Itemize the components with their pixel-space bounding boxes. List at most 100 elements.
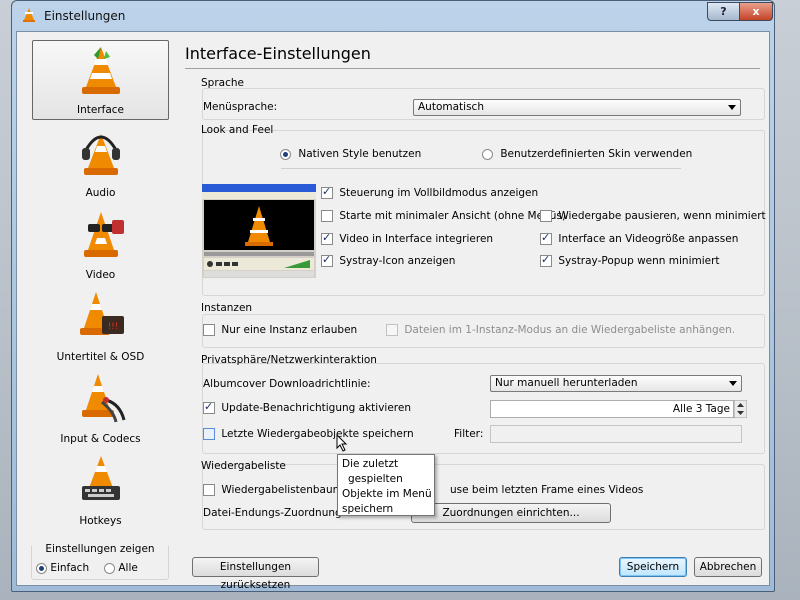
cancel-button[interactable]: Abbrechen [694,557,762,577]
sidebar-item-label: Interface [76,104,124,116]
save-button[interactable]: Speichern [619,557,687,577]
instances-group-title: Instanzen [201,302,253,314]
privacy-group-title: Privatsphäre/Netzwerkinteraktion [201,354,377,366]
checkbox-minimal-view[interactable]: Starte mit minimaler Ansicht (ohne Menüs… [321,210,566,222]
window-title: Einstellungen [44,9,126,23]
tooltip-line: Die zuletzt [342,458,399,470]
chevron-down-icon [728,105,736,110]
checkbox-pause-indicator[interactable] [540,210,552,222]
setup-associations-button[interactable]: Zuordnungen einrichten... [411,503,611,523]
checkbox-one-instance-label: Nur eine Instanz erlauben [221,324,358,336]
checkbox-pause-minimized[interactable]: Wiedergabe pausieren, wenn minimiert [540,210,766,222]
checkbox-enqueue-indicator[interactable] [386,324,398,336]
language-group-title: Sprache [201,77,244,89]
checkbox-enqueue-label: Dateien im 1-Instanz-Modus an die Wieder… [404,324,736,336]
menu-language-select[interactable]: Automatisch [413,99,741,116]
update-interval-value: Alle 3 Tage [672,403,730,415]
sidebar-item-video[interactable]: Video [32,204,169,284]
radio-native-label: Nativen Style benutzen [298,148,422,160]
checkbox-update-indicator[interactable] [203,400,215,414]
radio-custom-indicator[interactable] [482,148,493,160]
radio-simple-label: Einfach [50,562,90,574]
checkbox-fullscreen-indicator[interactable] [321,185,333,199]
vlc-cone-icon [81,47,120,94]
radio-native-indicator[interactable] [280,148,291,160]
reset-preferences-button[interactable]: Einstellungen zurücksetzen [192,557,319,591]
checkbox-embed-video[interactable]: Video in Interface integrieren [321,231,494,245]
keyboard-cone-icon [81,456,120,500]
checkbox-resize-label: Interface an Videogröße anpassen [558,233,739,245]
sidebar-item-input-codecs[interactable]: Input & Codecs [32,368,169,448]
close-button[interactable]: x [739,2,773,21]
album-policy-label: Albumcover Downloadrichtlinie: [203,378,371,390]
pause-last-frame-label: use beim letzten Frame eines Videos [450,484,644,496]
radio-all-label: Alle [118,562,138,574]
album-policy-select[interactable]: Nur manuell herunterladen [490,375,742,392]
subtitle-cone-icon: !!! [79,292,124,335]
checkbox-embed-label: Video in Interface integrieren [339,233,494,245]
checkbox-resize-interface[interactable]: Interface an Videogröße anpassen [540,231,739,245]
checkbox-resize-indicator[interactable] [540,231,552,245]
tooltip: Die zuletzt gespielten Objekte im Menü s… [337,454,435,516]
chevron-down-icon [729,381,737,386]
checkbox-one-instance-indicator[interactable] [203,324,215,336]
title-bar[interactable]: Einstellungen ? x [12,1,774,31]
category-sidebar: Interface Audio Video !!! Untertitel & O… [17,32,177,587]
checkbox-save-recent-label: Letzte Wiedergabeobjekte speichern [221,428,414,440]
show-settings-group: Einstellungen zeigen Einfach Alle [31,543,169,580]
sidebar-item-label: Hotkeys [79,515,122,527]
sidebar-item-label: Audio [85,187,116,199]
sidebar-item-hotkeys[interactable]: Hotkeys [32,450,169,530]
checkbox-systray-popup-label: Systray-Popup wenn minimiert [558,255,720,267]
checkbox-systray-icon-indicator[interactable] [321,253,333,267]
radio-all-indicator[interactable] [104,562,115,574]
look-divider [281,168,681,169]
checkbox-update-notify[interactable]: Update-Benachrichtigung aktivieren [203,400,411,414]
headphones-cone-icon [81,134,120,175]
checkbox-enqueue[interactable]: Dateien im 1-Instanz-Modus an die Wieder… [386,324,735,336]
radio-custom-skin[interactable]: Benutzerdefinierten Skin verwenden [482,148,692,160]
cables-cone-icon [81,374,125,423]
vlc-cone-icon [23,8,35,22]
checkbox-update-label: Update-Benachrichtigung aktivieren [221,402,411,414]
radio-custom-label: Benutzerdefinierten Skin verwenden [500,148,693,160]
checkbox-pause-label: Wiedergabe pausieren, wenn minimiert [558,210,766,222]
checkbox-minimal-indicator[interactable] [321,210,333,222]
show-settings-title: Einstellungen zeigen [32,543,168,555]
radio-simple-indicator[interactable] [36,562,47,574]
checkbox-systray-popup[interactable]: Systray-Popup wenn minimiert [540,253,720,267]
checkbox-one-instance[interactable]: Nur eine Instanz erlauben [203,324,357,336]
update-interval-spinbox[interactable]: Alle 3 Tage [490,400,734,418]
checkbox-minimal-label: Starte mit minimaler Ansicht (ohne Menüs… [339,210,566,222]
filter-label: Filter: [454,428,484,440]
tooltip-line: gespielten [348,473,403,485]
checkbox-playlist-tree-indicator[interactable] [203,484,215,496]
album-policy-value: Nur manuell herunterladen [495,377,638,389]
tooltip-line: Objekte im Menü [342,488,432,500]
checkbox-embed-indicator[interactable] [321,231,333,245]
file-assoc-label: Datei-Endungs-Zuordnung [203,507,342,519]
checkbox-systray-popup-indicator[interactable] [540,253,552,267]
checkbox-systray-icon-label: Systray-Icon anzeigen [339,255,456,267]
sidebar-item-audio[interactable]: Audio [32,122,169,202]
filter-input[interactable] [490,425,742,443]
checkbox-fullscreen-controls[interactable]: Steuerung im Vollbildmodus anzeigen [321,185,539,199]
interface-preview-image [202,184,316,278]
checkbox-save-recent-indicator[interactable] [203,428,215,440]
sidebar-item-interface[interactable]: Interface [32,40,169,120]
checkbox-fullscreen-label: Steuerung im Vollbildmodus anzeigen [339,187,539,199]
help-button[interactable]: ? [707,2,740,21]
radio-all[interactable]: Alle [104,562,138,574]
sidebar-item-label: Video [85,269,116,281]
look-group-title: Look and Feel [201,124,274,136]
page-title: Interface-Einstellungen [185,44,371,63]
menu-language-label: Menüsprache: [203,101,278,113]
tooltip-line: speichern [342,503,394,515]
checkbox-systray-icon[interactable]: Systray-Icon anzeigen [321,253,456,267]
playlist-group-title: Wiedergabeliste [201,460,286,472]
checkbox-save-recent[interactable]: Letzte Wiedergabeobjekte speichern [203,428,414,440]
spinner-arrows-icon[interactable] [734,400,747,418]
radio-native-style[interactable]: Nativen Style benutzen [280,148,421,160]
sidebar-item-subtitles[interactable]: !!! Untertitel & OSD [32,286,169,366]
radio-simple[interactable]: Einfach [36,562,89,574]
